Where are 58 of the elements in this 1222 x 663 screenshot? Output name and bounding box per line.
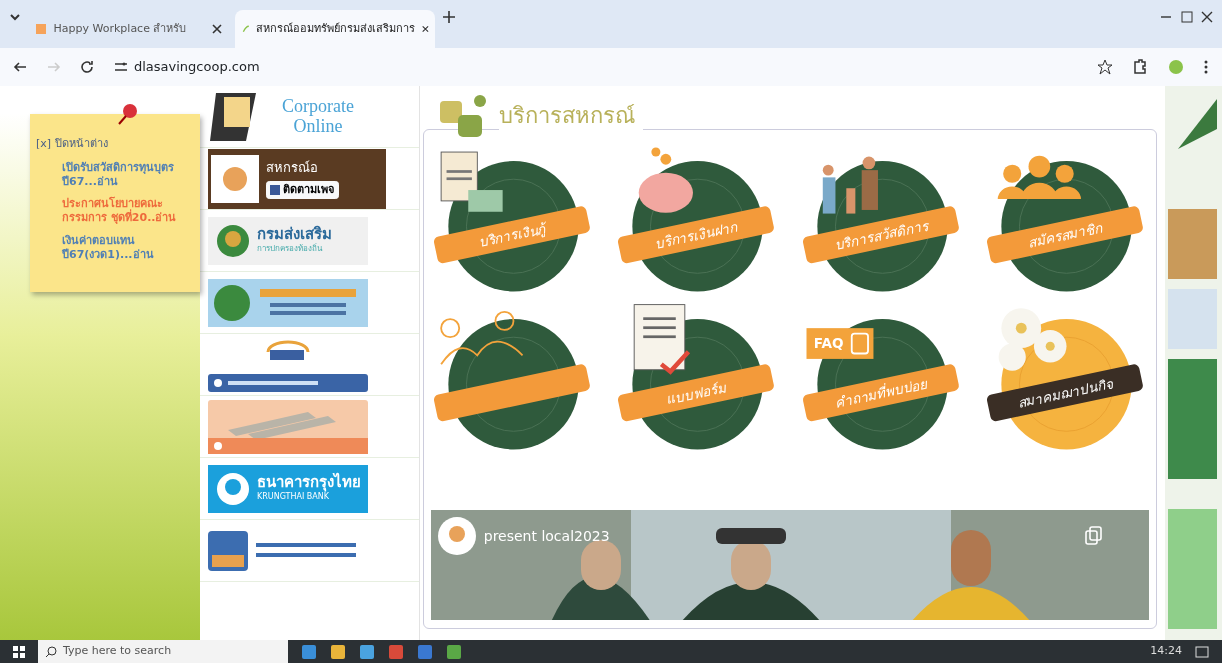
badge-label: FAQ	[813, 335, 844, 352]
close-icon[interactable]	[1200, 10, 1214, 24]
banner-title[interactable]: Corporate Online	[268, 96, 368, 137]
close-icon[interactable]	[421, 24, 429, 34]
video-title[interactable]: present local2023	[483, 525, 610, 547]
channel-avatar[interactable]	[437, 516, 478, 556]
banner-title: กรมส่งเสริม	[257, 226, 332, 243]
page-name[interactable]: สหกรณ์อ	[265, 157, 339, 178]
notification-icon[interactable]	[1195, 644, 1209, 659]
notice-link[interactable]: เงินค่าตอบแทน ปี67(งวด1)...อ่าน	[36, 233, 194, 263]
taskbar-app-icon[interactable]	[301, 643, 317, 660]
flowers-artwork	[998, 308, 1067, 371]
reload-icon[interactable]	[80, 60, 94, 74]
close-icon[interactable]	[212, 24, 222, 34]
facebook-page-widget[interactable]: สหกรณ์อ ติดตามเพจ	[208, 148, 386, 209]
emblem-icon	[214, 222, 251, 259]
taskbar-app-icon[interactable]	[330, 643, 346, 660]
menu-icon[interactable]	[1203, 59, 1209, 75]
close-link[interactable]: [x] ปิดหน้าต่าง	[36, 136, 194, 153]
notice-link[interactable]: เปิดรับสวัสดิการทุนบุตร ปี67...อ่าน	[36, 160, 194, 190]
notice-link[interactable]: ประกาศนโยบายคณะกรรมการ ชุดที่20..อ่าน	[36, 197, 194, 226]
facebook-icon	[270, 184, 280, 195]
browser-tab[interactable]: Happy Workplace สำหรับ	[28, 10, 229, 48]
new-tab-icon[interactable]	[441, 10, 456, 24]
taskbar-app-icon[interactable]	[417, 643, 433, 660]
pin-icon	[116, 102, 140, 126]
taskbar-app-icon[interactable]	[388, 643, 404, 660]
star-icon[interactable]	[1096, 59, 1113, 75]
browser-tab[interactable]: สหกรณ์ออมทรัพย์กรมส่งเสริมการ	[235, 10, 435, 48]
clock-text: 14:24	[1150, 643, 1182, 660]
taskbar-app-icon[interactable]	[359, 643, 375, 660]
video-player[interactable]: present local2023	[430, 509, 1150, 620]
banner-subtitle: การปกครองท้องถิ่น	[257, 242, 324, 255]
banner-title: ธนาคารกรุงไทย	[257, 474, 361, 491]
maximize-icon[interactable]	[1179, 10, 1194, 24]
taskbar-app-icon[interactable]	[446, 643, 462, 660]
windows-icon[interactable]	[13, 645, 25, 658]
copy-link-icon[interactable]	[1084, 526, 1103, 546]
address-field[interactable]: dlasavingcoop.com	[134, 57, 260, 77]
banner[interactable]: กรมส่งเสริม การปกครองท้องถิ่น	[208, 216, 368, 265]
search-icon	[44, 645, 57, 658]
banner[interactable]	[208, 278, 368, 327]
form-artwork	[633, 304, 691, 375]
welfare-artwork	[822, 156, 878, 214]
banner-subtitle: KRUNGTHAI BANK	[257, 491, 330, 503]
site-settings-icon[interactable]	[113, 60, 128, 74]
loan-artwork	[440, 151, 503, 212]
follow-button[interactable]: ติดตามเพจ	[265, 180, 339, 200]
back-icon[interactable]	[13, 60, 27, 74]
search-field[interactable]: Type here to search	[38, 640, 288, 663]
extensions-icon[interactable]	[1132, 59, 1148, 75]
banner[interactable]: ธนาคารกรุงไทย KRUNGTHAI BANK	[208, 464, 368, 513]
logo-icon	[211, 154, 260, 203]
faq-artwork	[806, 328, 874, 359]
favicon-icon	[35, 23, 47, 35]
deposit-artwork	[638, 147, 694, 213]
favicon-icon	[241, 23, 250, 35]
emblem-icon	[214, 470, 251, 507]
